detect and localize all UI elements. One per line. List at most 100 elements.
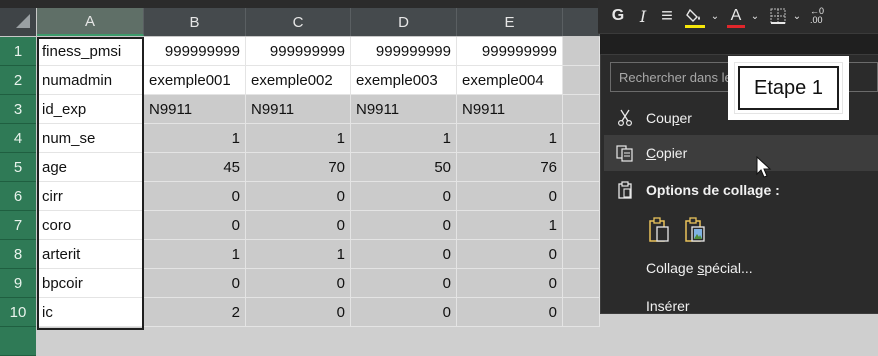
cell-b6[interactable]: 0 [144,182,246,211]
cell-c8[interactable]: 1 [246,240,351,269]
cell-b1[interactable]: 999999999 [144,37,246,66]
cell-b9[interactable]: 0 [144,269,246,298]
cell-b4[interactable]: 1 [144,124,246,153]
borders-dropdown-icon[interactable]: ⌄ [791,0,803,32]
menu-item-paste-special[interactable]: Collage spécial... [604,250,878,286]
cell-c1[interactable]: 999999999 [246,37,351,66]
cell-e4[interactable]: 1 [457,124,563,153]
cell-d7[interactable]: 0 [351,211,457,240]
cell-d5[interactable]: 50 [351,153,457,182]
fill-color-button[interactable] [682,0,708,32]
cell-d6[interactable]: 0 [351,182,457,211]
cell-f6[interactable] [563,182,600,211]
cell-d8[interactable]: 0 [351,240,457,269]
cell-f1[interactable] [563,37,600,66]
font-color-dropdown-icon[interactable]: ⌄ [749,0,761,32]
menu-paste-options-header: Options de collage : [604,172,878,208]
cell-a5[interactable]: age [37,153,144,182]
cell-e10[interactable]: 0 [457,298,563,327]
cell-c3[interactable]: N9911 [246,95,351,124]
cell-c6[interactable]: 0 [246,182,351,211]
fill-color-dropdown-icon[interactable]: ⌄ [709,0,721,32]
row-header-6[interactable]: 6 [0,182,36,211]
column-header-e[interactable]: E [457,8,563,36]
cell-a2[interactable]: numadmin [37,66,144,95]
cell-b7[interactable]: 0 [144,211,246,240]
cell-a8[interactable]: arterit [37,240,144,269]
cell-e7[interactable]: 1 [457,211,563,240]
column-header-b[interactable]: B [144,8,246,36]
cell-e5[interactable]: 76 [457,153,563,182]
row-header-10[interactable]: 10 [0,298,36,327]
cell-d2[interactable]: exemple003 [351,66,457,95]
cell-f4[interactable] [563,124,600,153]
cell-c10[interactable]: 0 [246,298,351,327]
cell-b3[interactable]: N9911 [144,95,246,124]
font-color-button[interactable]: A [724,0,748,32]
cell-d9[interactable]: 0 [351,269,457,298]
step-annotation-label: Etape 1 [754,76,823,99]
borders-icon [770,8,786,24]
row-header-7[interactable]: 7 [0,211,36,240]
cell-d3[interactable]: N9911 [351,95,457,124]
paste-picture-icon [685,217,705,242]
cell-b2[interactable]: exemple001 [144,66,246,95]
menu-item-insert-label: Insérer [646,298,690,314]
row-header-2[interactable]: 2 [0,66,36,95]
cell-c4[interactable]: 1 [246,124,351,153]
cell-a3[interactable]: id_exp [37,95,144,124]
decrease-decimal-button[interactable]: ←0 .00 [810,0,838,32]
cell-f8[interactable] [563,240,600,269]
cell-d4[interactable]: 1 [351,124,457,153]
cell-b10[interactable]: 2 [144,298,246,327]
bold-button[interactable]: G [608,0,628,32]
column-header-a[interactable]: A [37,8,144,36]
cell-d1[interactable]: 999999999 [351,37,457,66]
cell-a1[interactable]: finess_pmsi [37,37,144,66]
mini-toolbar: G I ≡ ⌄ A ⌄ ⌄ ←0 .00 [598,0,878,34]
cell-f2[interactable] [563,66,600,95]
cell-c7[interactable]: 0 [246,211,351,240]
cell-a6[interactable]: cirr [37,182,144,211]
cell-f5[interactable] [563,153,600,182]
cell-a4[interactable]: num_se [37,124,144,153]
paste-button[interactable] [646,215,672,245]
row-header-3[interactable]: 3 [0,95,36,124]
italic-button[interactable]: I [634,0,652,32]
cell-c9[interactable]: 0 [246,269,351,298]
cell-e3[interactable]: N9911 [457,95,563,124]
cell-f7[interactable] [563,211,600,240]
cell-c2[interactable]: exemple002 [246,66,351,95]
paste-values-button[interactable] [682,215,708,245]
align-center-button[interactable]: ≡ [656,0,678,32]
cell-a10[interactable]: ic [37,298,144,327]
row-header-5[interactable]: 5 [0,153,36,182]
cell-e2[interactable]: exemple004 [457,66,563,95]
cell-e8[interactable]: 0 [457,240,563,269]
cell-c5[interactable]: 70 [246,153,351,182]
menu-item-insert[interactable]: Insérer [604,290,878,314]
row-header-9[interactable]: 9 [0,269,36,298]
select-all-triangle-icon [16,14,30,28]
cell-e9[interactable]: 0 [457,269,563,298]
cell-f10[interactable] [563,298,600,327]
borders-button[interactable] [766,0,790,32]
cell-b5[interactable]: 45 [144,153,246,182]
column-header-f[interactable] [563,8,600,36]
row-header-4[interactable]: 4 [0,124,36,153]
column-header-c[interactable]: C [246,8,351,36]
cell-f3[interactable] [563,95,600,124]
cell-b8[interactable]: 1 [144,240,246,269]
cell-f9[interactable] [563,269,600,298]
cell-a9[interactable]: bpcoir [37,269,144,298]
column-header-d[interactable]: D [351,8,457,36]
cell-e1[interactable]: 999999999 [457,37,563,66]
row-header-1[interactable]: 1 [0,37,36,66]
cell-e6[interactable]: 0 [457,182,563,211]
row-header-8[interactable]: 8 [0,240,36,269]
row-header-11[interactable] [0,327,36,356]
cell-d10[interactable]: 0 [351,298,457,327]
font-color-label: A [730,7,742,24]
menu-item-copy[interactable]: Copier [604,135,878,171]
cell-a7[interactable]: coro [37,211,144,240]
